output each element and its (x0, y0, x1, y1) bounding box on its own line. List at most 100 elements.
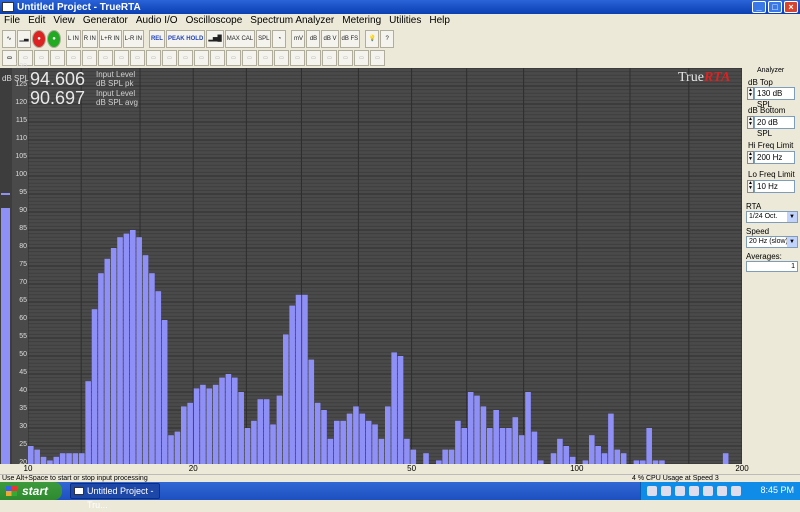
memory-slot-button[interactable]: ▭ (130, 50, 145, 66)
memory-slot-button[interactable]: ▭ (306, 50, 321, 66)
spectrum-bar (487, 428, 493, 464)
spectrum-bar (181, 406, 187, 464)
menu-generator[interactable]: Generator (79, 15, 132, 27)
max-cal-button[interactable]: MAX CAL (224, 30, 256, 48)
memory-slot-button[interactable]: ▭ (34, 50, 49, 66)
db-button[interactable]: dB (306, 30, 321, 48)
memory-toolbar: ▭ ▭ ▭ ▭ ▭ ▭ ▭ ▭ ▭ ▭ ▭ ▭ ▭ ▭ ▭ ▭ ▭ ▭ ▭ ▭ ▭ ▭ ▭ ▭ (0, 50, 385, 68)
clock: 8:45 PM (760, 485, 794, 495)
memory-slot-button[interactable]: ▭ (66, 50, 81, 66)
spectrum-chart (28, 68, 742, 464)
menu-edit[interactable]: Edit (24, 15, 49, 27)
resolution-select[interactable]: 1/24 Oct. ▼ (746, 211, 798, 223)
spectrum-bar (193, 388, 200, 464)
stop-icon[interactable]: ● (32, 30, 46, 48)
tray-messenger-icon[interactable] (689, 486, 699, 496)
tray-app-icon[interactable] (703, 486, 713, 496)
bar-graph-icon[interactable]: ▂▅█ (206, 30, 224, 48)
bulb-icon[interactable]: 💡 (365, 30, 380, 48)
dbfs-button[interactable]: dB FS (339, 30, 361, 48)
spectrum-bar (506, 428, 512, 464)
memory-slot-button[interactable]: ▭ (194, 50, 209, 66)
menu-utilities[interactable]: Utilities (385, 15, 425, 27)
spectrum-icon[interactable]: ▁▃ (17, 30, 31, 48)
memory-slot-button[interactable]: ▭ (162, 50, 177, 66)
dbv-button[interactable]: dB V (321, 30, 339, 48)
tray-security-icon[interactable] (675, 486, 685, 496)
spectrum-bar (525, 392, 531, 464)
start-button[interactable]: start (0, 482, 62, 500)
memory-slot-button[interactable]: ▭ (50, 50, 65, 66)
waveform-icon[interactable]: ∿ (2, 30, 16, 48)
millivolt-button[interactable]: mV (291, 30, 306, 48)
difference-input-button[interactable]: L-R IN (122, 30, 144, 48)
close-button[interactable]: × (784, 1, 798, 13)
memory-slot-button[interactable]: ▭ (210, 50, 225, 66)
speed-select[interactable]: 20 Hz (slow) ▼ (746, 236, 798, 248)
menu-metering[interactable]: Metering (338, 15, 385, 27)
relative-button[interactable]: REL (148, 30, 165, 48)
db-top-spinner[interactable]: ▲ ▼ (747, 87, 754, 100)
memory-slot-button[interactable]: ▭ (82, 50, 97, 66)
sum-input-button[interactable]: L+R IN (98, 30, 122, 48)
tray-volume-icon[interactable] (661, 486, 671, 496)
memory-slot-button[interactable]: ▭ (354, 50, 369, 66)
memory-slot-button[interactable]: ▭ (242, 50, 257, 66)
x-tick-label: 20 (188, 464, 198, 473)
hi-freq-spinner[interactable]: ▲ ▼ (747, 151, 754, 164)
menu-help[interactable]: Help (425, 15, 454, 27)
tray-updates-icon[interactable] (717, 486, 727, 496)
memory-slot-button[interactable]: ▭ (146, 50, 161, 66)
chevron-down-icon[interactable]: ▼ (787, 212, 797, 222)
memory-slot-button[interactable]: ▭ (98, 50, 113, 66)
memory-slot-button[interactable]: ▭ (370, 50, 385, 66)
spectrum-bar (455, 420, 461, 464)
chevron-down-icon[interactable]: ▼ (787, 237, 797, 247)
spectrum-bar (608, 413, 614, 464)
spectrum-bar (244, 428, 251, 464)
maximize-button[interactable]: □ (768, 1, 782, 13)
memory-slot-button[interactable]: ▭ (178, 50, 193, 66)
lo-freq-field[interactable]: 10 Hz (754, 180, 795, 193)
right-input-button[interactable]: R IN (81, 30, 98, 48)
memory-slot-button[interactable]: ▭ (290, 50, 305, 66)
menu-spectrum-analyzer[interactable]: Spectrum Analyzer (246, 15, 338, 27)
memory-slot-button[interactable]: ▭ (258, 50, 273, 66)
spl-button[interactable]: SPL (256, 30, 272, 48)
menu-bar: File Edit View Generator Audio I/O Oscil… (0, 15, 454, 27)
lo-freq-spinner[interactable]: ▲ ▼ (747, 180, 754, 193)
hi-freq-field[interactable]: 200 Hz (754, 151, 795, 164)
memory-slot-button[interactable]: ▭ (338, 50, 353, 66)
memory-slot-button[interactable]: ▭ (274, 50, 289, 66)
y-tick-label: 45 (19, 369, 27, 376)
y-tick-label: 120 (15, 99, 27, 106)
peak-hold-button[interactable]: PEAK HOLD (165, 30, 206, 48)
menu-oscilloscope[interactable]: Oscilloscope (182, 15, 247, 27)
db-top-field[interactable]: 130 dB SPL (754, 87, 795, 109)
menu-file[interactable]: File (0, 15, 24, 27)
tray-sound-icon[interactable] (731, 486, 741, 496)
help-icon[interactable]: ? (380, 30, 395, 48)
averages-field[interactable]: 1 (746, 261, 798, 272)
db-bottom-spinner[interactable]: ▲ ▼ (747, 116, 754, 129)
memory-slot-button[interactable]: ▭ (226, 50, 241, 66)
minimize-button[interactable]: _ (752, 1, 766, 13)
spectrum-bar (263, 399, 270, 464)
left-input-button[interactable]: L IN (66, 30, 81, 48)
tray-network-icon[interactable] (647, 486, 657, 496)
memory-slot-button[interactable]: ▭ (114, 50, 129, 66)
taskbar-item-truerta[interactable]: Untitled Project - Tru... (70, 483, 160, 510)
meter-icon[interactable]: ◔ (272, 30, 287, 48)
spectrum-bar (130, 230, 136, 464)
menu-audio-io[interactable]: Audio I/O (132, 15, 182, 27)
y-tick-label: 60 (19, 315, 27, 322)
spectrum-bar (321, 410, 327, 464)
menu-view[interactable]: View (49, 15, 79, 27)
spectrum-bar (212, 384, 219, 464)
go-icon[interactable]: ● (47, 30, 61, 48)
cpu-usage: 4 % CPU Usage at Speed 3 (632, 475, 719, 482)
db-bottom-field[interactable]: 20 dB SPL (754, 116, 795, 138)
averages-label: Averages: (746, 252, 782, 261)
memory-slot-button[interactable]: ▭ (322, 50, 337, 66)
spectrum-bar (391, 352, 397, 464)
